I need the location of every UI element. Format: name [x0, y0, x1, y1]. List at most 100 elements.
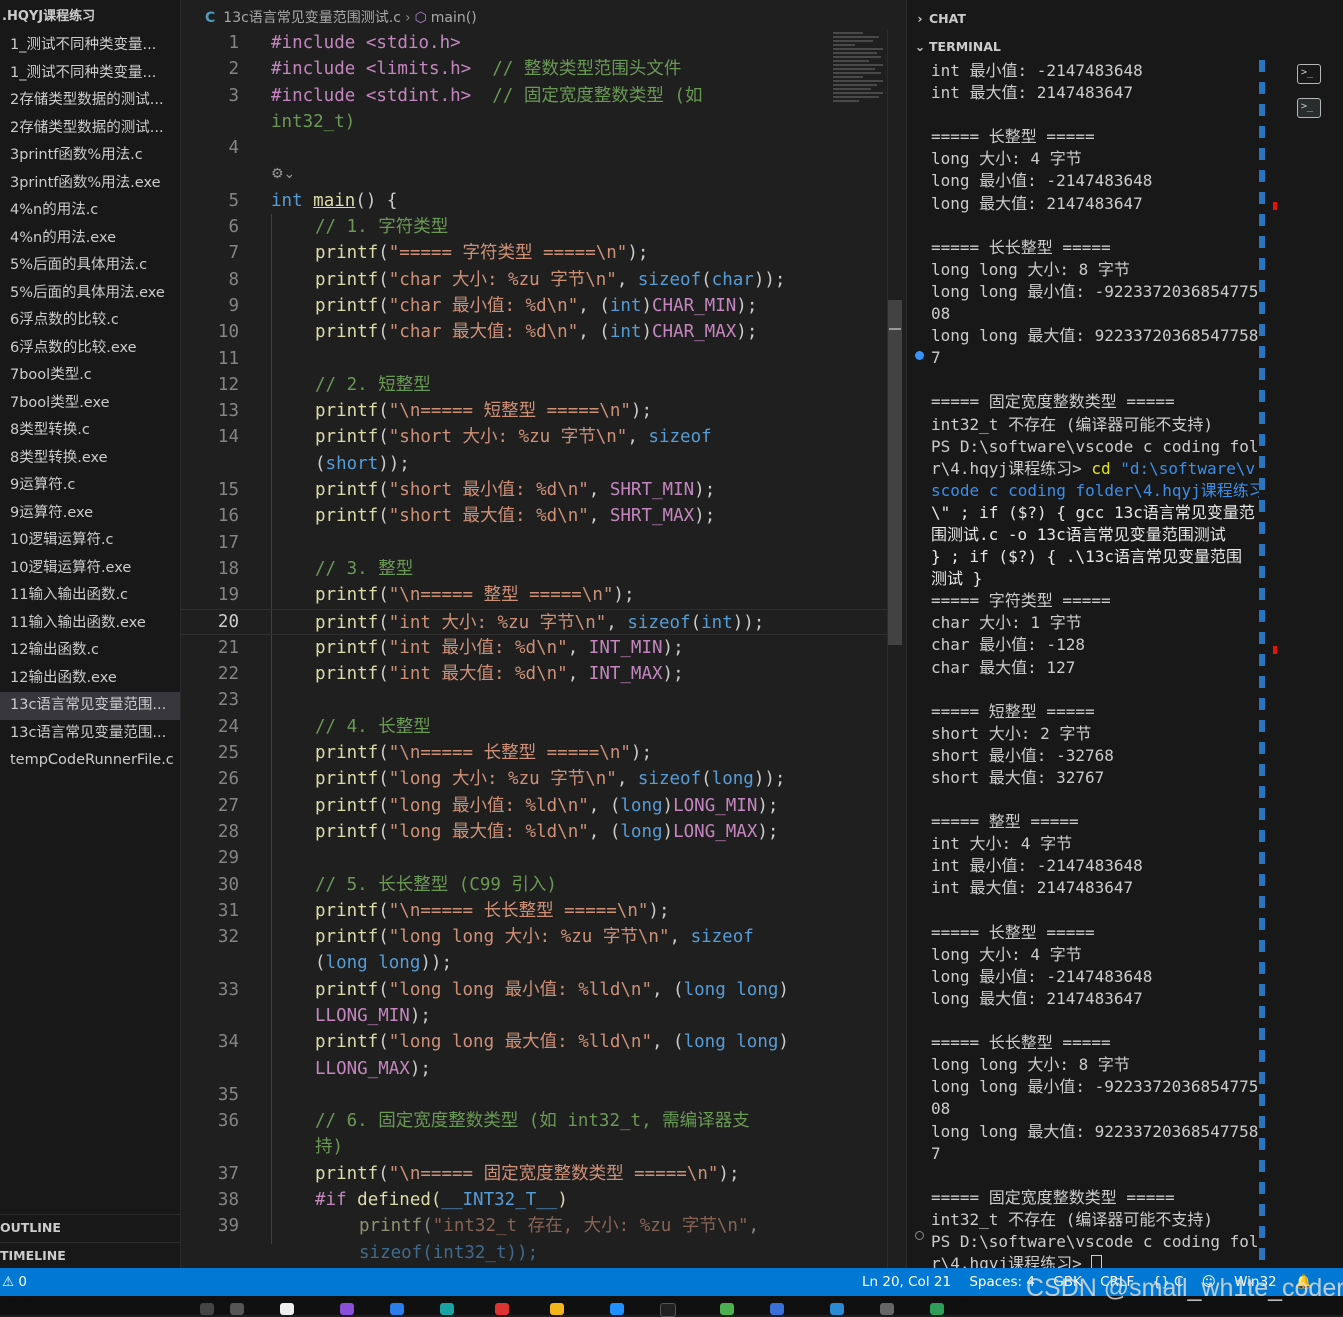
- breadcrumb-file[interactable]: 13c语言常见变量范围测试.c: [223, 10, 401, 26]
- explorer-file-item[interactable]: 2存储类型数据的测试...: [0, 115, 180, 143]
- command-decoration-pending[interactable]: [915, 1231, 924, 1240]
- command-decoration-success[interactable]: [915, 351, 924, 360]
- terminal-line: long 最大值: 2147483647: [931, 988, 1143, 1008]
- cd-command: cd: [1091, 458, 1111, 478]
- explorer-file-item[interactable]: 13c语言常见变量范围...: [0, 720, 180, 748]
- gear-lens-icon[interactable]: ⚙⌄: [271, 161, 295, 187]
- comment: // 3. 整型: [315, 558, 414, 579]
- terminal-line: long 最小值: -2147483648: [931, 171, 1153, 191]
- explorer-file-item[interactable]: 13c语言常见变量范围...: [0, 692, 180, 720]
- taskbar-app-icon[interactable]: [440, 1303, 454, 1315]
- error-mark: [1273, 202, 1277, 210]
- terminal-section-header[interactable]: ⌄ TERMINAL: [907, 32, 1343, 58]
- taskbar-app-icon[interactable]: [200, 1303, 214, 1315]
- terminal-line: 7: [931, 348, 941, 368]
- taskbar-app-icon[interactable]: [930, 1303, 944, 1315]
- cursor-position[interactable]: Ln 20, Col 21: [862, 1274, 951, 1290]
- code-editor[interactable]: C 13c语言常见变量范围测试.c › ⬡ main() #include <stdio…: [181, 0, 905, 1268]
- explorer-file-item[interactable]: 5%后面的具体用法.c: [0, 252, 180, 280]
- explorer-file-item[interactable]: 8类型转换.c: [0, 417, 180, 445]
- explorer-file-item[interactable]: 3printf函数%用法.c: [0, 142, 180, 170]
- taskbar-vscode-icon[interactable]: [830, 1303, 844, 1315]
- terminal-line: ===== 整型 =====: [931, 812, 1079, 832]
- terminal-line: 08: [931, 1099, 951, 1119]
- explorer-file-item[interactable]: 11输入输出函数.exe: [0, 610, 180, 638]
- explorer-file-item[interactable]: 1_测试不同种类变量...: [0, 60, 180, 88]
- explorer-file-item[interactable]: 12输出函数.c: [0, 637, 180, 665]
- explorer-file-item[interactable]: 10逻辑运算符.c: [0, 527, 180, 555]
- string-literal: "\n===== 固定宽度整数类型 =====\n": [388, 1163, 719, 1184]
- terminal-line: \" ; if ($?) { gcc 13c语言常见变量范: [931, 502, 1255, 522]
- function-main[interactable]: main: [313, 191, 355, 211]
- code-line: (short));: [315, 453, 410, 474]
- terminal-line: long long 大小: 8 字节: [931, 1055, 1130, 1075]
- explorer-file-item[interactable]: 2存储类型数据的测试...: [0, 87, 180, 115]
- terminal-output[interactable]: int 最小值: -2147483648 int 最大值: 2147483647 =…: [931, 60, 1259, 1268]
- explorer-file-item[interactable]: 6浮点数的比较.c: [0, 307, 180, 335]
- cd-path: "d:\software\v: [1120, 458, 1256, 478]
- explorer-file-item[interactable]: 4%n的用法.c: [0, 197, 180, 225]
- taskbar-app-icon[interactable]: [550, 1303, 564, 1315]
- explorer-file-item[interactable]: 9运算符.exe: [0, 500, 180, 528]
- string-literal: "int 最小值: %d\n": [388, 637, 568, 658]
- terminal-line: ===== 长整型 =====: [931, 922, 1095, 942]
- taskbar-app-icon[interactable]: [880, 1303, 894, 1315]
- terminal-line: long 最小值: -2147483648: [931, 966, 1153, 986]
- preprocessor-if: #if: [315, 1190, 347, 1211]
- taskbar-app-icon[interactable]: [280, 1303, 294, 1315]
- explorer-file-item[interactable]: 3printf函数%用法.exe: [0, 170, 180, 198]
- explorer-file-item[interactable]: 10逻辑运算符.exe: [0, 555, 180, 583]
- terminal-line: 测试 }: [931, 569, 983, 589]
- explorer-file-item[interactable]: 6浮点数的比较.exe: [0, 335, 180, 363]
- side-panel: › CHAT ⌄ TERMINAL int 最小值: -2147483648 int …: [906, 0, 1343, 1268]
- explorer-file-item[interactable]: 12输出函数.exe: [0, 665, 180, 693]
- string-literal: "\n===== 整型 =====\n": [388, 585, 614, 606]
- string-literal: "===== 字符类型 =====\n": [388, 243, 628, 264]
- explorer-file-item[interactable]: tempCodeRunnerFile.c: [0, 747, 180, 775]
- terminal-tab-icon-active[interactable]: >_: [1297, 98, 1321, 118]
- taskbar-app-icon[interactable]: [720, 1303, 734, 1315]
- explorer-file-item[interactable]: 7bool类型.c: [0, 362, 180, 390]
- string-literal: "char 大小: %zu 字节\n": [388, 269, 617, 290]
- taskbar-app-icon[interactable]: [340, 1303, 354, 1315]
- comment: // 6. 固定宽度整数类型 (如 int32_t, 需编译器支: [315, 1111, 750, 1132]
- code-line: printf("int 最小值: %d\n", INT_MIN);: [315, 637, 684, 658]
- taskbar-app-icon[interactable]: [610, 1303, 624, 1315]
- terminal-line: short 最小值: -32768: [931, 745, 1114, 765]
- terminal-line: 围测试.c -o 13c语言常见变量范围测试: [931, 524, 1226, 544]
- line-number: 8: [228, 269, 239, 290]
- code-area[interactable]: #include <stdio.h> #include <limits.h> /…: [181, 30, 887, 1266]
- string-literal: "int32_t 存在, 大小: %zu 字节\n": [432, 1216, 749, 1237]
- taskbar-app-icon[interactable]: [770, 1303, 784, 1315]
- taskbar-app-icon[interactable]: [495, 1303, 509, 1315]
- terminal-cursor: [1091, 1254, 1103, 1268]
- line-number: 24: [217, 716, 239, 737]
- minimap[interactable]: [833, 30, 887, 140]
- terminal-tab-icon[interactable]: >_: [1297, 64, 1321, 84]
- explorer-folder-title[interactable]: .HQYJ课程练习: [0, 0, 180, 32]
- code-line: // 4. 长整型: [181, 714, 887, 740]
- explorer-file-item[interactable]: 11输入输出函数.c: [0, 582, 180, 610]
- terminal-line: ===== 固定宽度整数类型 =====: [931, 392, 1175, 412]
- outline-section[interactable]: OUTLINE: [0, 1214, 180, 1241]
- breadcrumb-symbol[interactable]: main(): [431, 10, 477, 26]
- editor-scroll-thumb[interactable]: [888, 300, 902, 645]
- explorer-file-list: 1_测试不同种类变量... 1_测试不同种类变量... 2存储类型数据的测试... 2…: [0, 32, 180, 775]
- editor-scrollbar[interactable]: [887, 30, 902, 1268]
- explorer-file-item[interactable]: 9运算符.c: [0, 472, 180, 500]
- explorer-file-item[interactable]: 5%后面的具体用法.exe: [0, 280, 180, 308]
- chat-section-header[interactable]: › CHAT: [907, 4, 1343, 30]
- terminal-line: long long 最小值: -92233720368547758: [931, 281, 1259, 301]
- problems-indicator[interactable]: ⚠ 0: [2, 1268, 27, 1296]
- explorer-file-item[interactable]: 1_测试不同种类变量...: [0, 32, 180, 60]
- explorer-file-item[interactable]: 7bool类型.exe: [0, 390, 180, 418]
- taskbar-app-icon[interactable]: [390, 1303, 404, 1315]
- explorer-file-item[interactable]: 8类型转换.exe: [0, 445, 180, 473]
- explorer-file-item[interactable]: 4%n的用法.exe: [0, 225, 180, 253]
- cursor-mark: [889, 328, 901, 330]
- terminal-line: scode c coding folder\4.hqyj课程练习: [931, 480, 1259, 500]
- line-number: 19: [217, 585, 239, 606]
- taskbar-app-icon[interactable]: [230, 1303, 244, 1315]
- timeline-section[interactable]: TIMELINE: [0, 1242, 180, 1268]
